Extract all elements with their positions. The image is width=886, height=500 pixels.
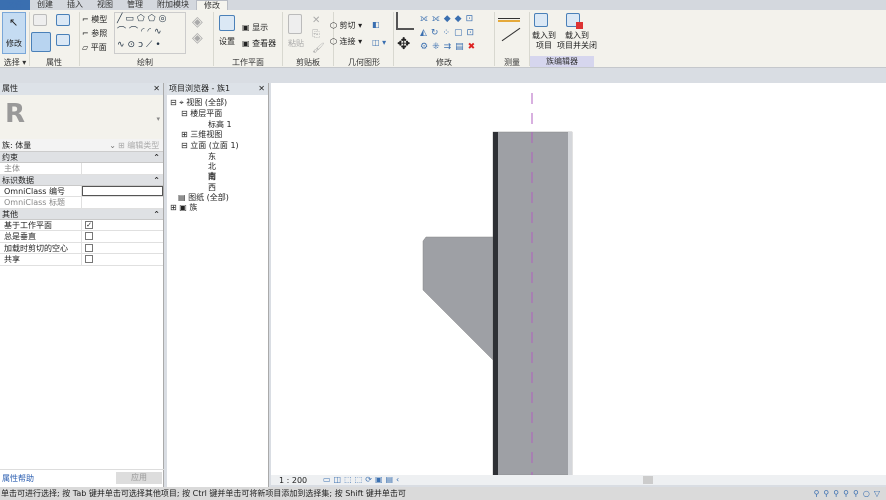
browser-header: 项目浏览器 - 族1 ✕ [167, 83, 268, 95]
tab-create[interactable]: 创建 [30, 0, 60, 10]
type-selector[interactable]: R ▾ [0, 95, 163, 139]
paste-label: 粘贴 [288, 39, 304, 48]
geometry-panel-label: 几何图形 [348, 58, 380, 67]
prop-omniclass-title-value [82, 197, 163, 208]
tree-floor-plans[interactable]: ⊟ 楼层平面 [181, 108, 222, 119]
tree-3d-views[interactable]: ⊞ 三维视图 [181, 129, 222, 140]
prop-host-label: 主体 [0, 163, 82, 174]
instance-filter-dropdown[interactable]: 族: 体量 ⌄ [0, 139, 118, 151]
reference-plane-button[interactable]: ▱ 平面 [82, 42, 107, 53]
chevron-down-icon: ▾ [156, 115, 160, 123]
project-browser: 项目浏览器 - 族1 ✕ ⊟ ⌖ 视图 (全部) ⊟ 楼层平面 标高 1 ⊞ 三维… [167, 83, 269, 487]
tab-manage[interactable]: 管理 [120, 0, 150, 10]
modify-panel-label: 修改 [436, 58, 452, 67]
elevation-view [422, 93, 573, 476]
prop-always-vertical-label: 总是垂直 [0, 231, 82, 242]
prop-cut-void-label: 加载时剪切的空心 [0, 242, 82, 253]
properties-help-link[interactable]: 属性帮助 [2, 473, 34, 484]
bracket-mass[interactable] [422, 236, 494, 361]
column-edge-dark [493, 132, 498, 475]
form-icon: ◈ ◈ [192, 14, 203, 46]
close-icon[interactable]: ✕ [258, 83, 265, 95]
cursor-icon: ↖ [9, 16, 19, 29]
omniclass-number-input[interactable] [82, 185, 163, 196]
clipboard-tools[interactable]: ✕ ⎘ 🖌 [312, 14, 325, 56]
scroll-thumb[interactable] [643, 476, 653, 484]
align-icon[interactable] [396, 12, 414, 30]
properties-header: 属性 ✕ [0, 83, 163, 95]
properties-panel-label: 属性 [46, 58, 62, 67]
clipboard-panel-label: 剪贴板 [296, 58, 320, 67]
view-scale[interactable]: 1 : 200 [279, 476, 307, 485]
tab-modify[interactable]: 修改 [196, 0, 228, 10]
select-dropdown[interactable]: 选择 ▾ [2, 57, 28, 68]
properties-icon[interactable] [31, 32, 51, 52]
tree-views-all[interactable]: ⊟ ⌖ 视图 (全部) [170, 97, 227, 108]
tab-file[interactable]: 文件 [0, 0, 30, 10]
family-editor-panel-label: 族编辑器 [530, 56, 594, 67]
family-types-icon[interactable] [33, 14, 47, 26]
set-label: 设置 [219, 37, 235, 46]
tree-families[interactable]: ⊞ ▣ 族 [170, 202, 197, 213]
tab-view[interactable]: 视图 [90, 0, 120, 10]
type-properties-icon[interactable] [56, 34, 70, 46]
edit-type-button[interactable]: ⊞ 编辑类型 [118, 139, 159, 151]
draw-tools-gallery[interactable]: ╱▭⬠⬠◎ ⌒⌒◜◜∿ ∿⊙ↄ⟋• [114, 12, 186, 54]
model-line-button[interactable]: ⌐ 模型 [82, 14, 107, 25]
column-mass[interactable] [492, 131, 573, 476]
status-text: 单击可进行选择; 按 Tab 键并单击可选择其他项目; 按 Ctrl 键并单击可… [1, 489, 406, 498]
family-category-icon[interactable] [56, 14, 70, 26]
modify-tools-grid[interactable]: ⟗⟗◆◆⊡ ◭↻⁘▢⊡ ⚙⁜⇉▤✖ [420, 12, 490, 54]
modify-button[interactable]: ↖ 修改 [2, 12, 26, 54]
paste-icon[interactable] [288, 14, 302, 34]
column-edge-light [568, 132, 572, 475]
draw-panel-label: 绘制 [137, 58, 153, 67]
ribbon-tabs: 文件 创建 插入 视图 管理 附加模块 修改 [0, 0, 886, 10]
always-vertical-checkbox[interactable] [85, 232, 93, 240]
properties-palette: 属性 ✕ R ▾ 族: 体量 ⌄ ⊞ 编辑类型 约束 ⌃ 主体 标识数据 ⌃ OmniC… [0, 83, 164, 487]
prop-host-value [82, 163, 163, 174]
load-into-project-button[interactable]: 载入到 项目 [532, 31, 556, 51]
tab-insert[interactable]: 插入 [60, 0, 90, 10]
move-icon[interactable]: ✥ [397, 34, 410, 53]
ribbon: ↖ 修改 选择 ▾ 属性 ⌐ 模型 ⌐ 参照 ▱ 平面 ╱▭⬠⬠◎ ⌒⌒◜◜∿ ∿⊙… [0, 10, 886, 68]
prop-workplane-based-label: 基于工作平面 [0, 219, 82, 230]
viewer-button[interactable]: ▣ 查看器 [242, 38, 276, 49]
tab-addins[interactable]: 附加模块 [150, 0, 196, 10]
load-close-icon[interactable] [566, 13, 583, 29]
set-workplane-icon[interactable] [219, 15, 235, 31]
group-other[interactable]: 其他 ⌃ [0, 208, 163, 220]
prop-omniclass-number-label: OmniClass 编号 [0, 185, 82, 196]
selection-filter-icons[interactable]: ⚲⚲⚲⚲⚲○▽ [814, 487, 884, 500]
load-close-button[interactable]: 载入到 项目并关闭 [557, 31, 597, 51]
revit-logo-icon: R [5, 99, 26, 129]
workplane-based-checkbox[interactable]: ✓ [85, 220, 93, 229]
drawing-canvas[interactable] [271, 83, 886, 476]
shared-checkbox[interactable] [85, 255, 93, 263]
tree-elevations[interactable]: ⊟ 立面 (立面 1) [181, 140, 239, 151]
measure-icon[interactable] [501, 27, 521, 42]
horizontal-scrollbar[interactable]: 1 : 200 ▭◫⬚⬚⟳▣▤‹ [271, 475, 886, 485]
geometry-tools[interactable]: ◧ ◫ ▾ [372, 20, 386, 47]
show-button[interactable]: ▣ 显示 [242, 22, 268, 33]
apply-button[interactable]: 应用 [116, 472, 162, 484]
join-geometry-button[interactable]: ⬡ 连接 ▾ [330, 36, 362, 47]
group-constraints[interactable]: 约束 ⌃ [0, 152, 163, 163]
modify-label: 修改 [6, 39, 22, 48]
workplane-panel-label: 工作平面 [232, 58, 264, 67]
cut-geometry-button[interactable]: ⬡ 剪切 ▾ [330, 20, 362, 31]
reference-line-button[interactable]: ⌐ 参照 [82, 28, 107, 39]
prop-omniclass-title-label: OmniClass 标题 [0, 197, 82, 208]
tree-south[interactable]: 南 [208, 171, 216, 182]
cut-void-checkbox[interactable] [85, 243, 93, 252]
aligned-dimension-icon[interactable] [498, 18, 520, 22]
load-into-project-icon[interactable] [534, 13, 548, 27]
measure-panel-label: 测量 [504, 58, 520, 67]
status-bar: 单击可进行选择; 按 Tab 键并单击可选择其他项目; 按 Ctrl 键并单击可… [0, 487, 886, 500]
prop-shared-label: 共享 [0, 254, 82, 265]
group-identity-data[interactable]: 标识数据 ⌃ [0, 174, 163, 186]
view-control-bar[interactable]: ▭◫⬚⬚⟳▣▤‹ [323, 475, 402, 484]
close-icon[interactable]: ✕ [153, 83, 160, 95]
